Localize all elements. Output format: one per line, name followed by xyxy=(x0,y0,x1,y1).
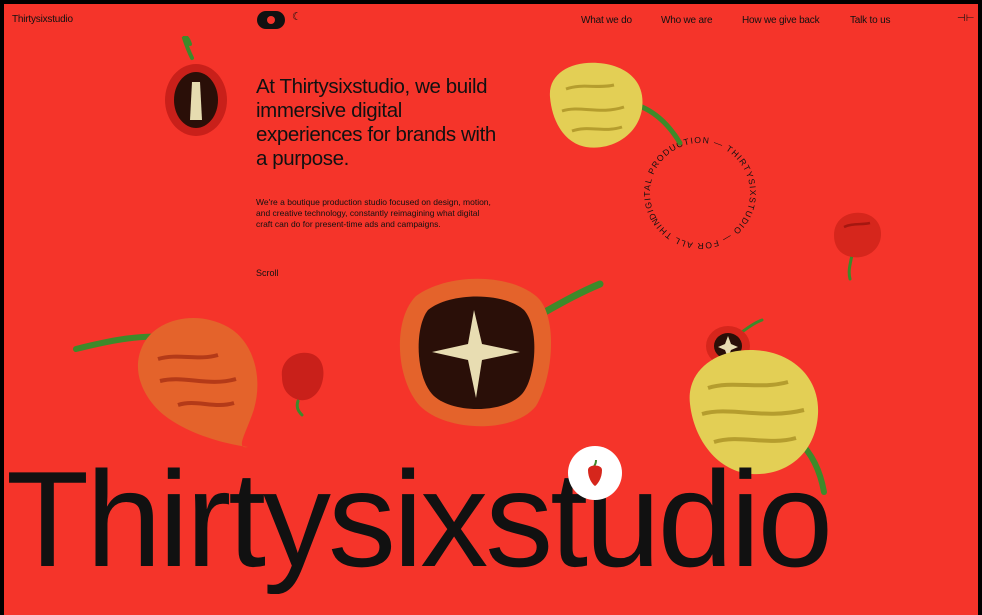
sliced-pepper-image xyxy=(165,36,227,136)
nav-link-talk-to-us[interactable]: Talk to us xyxy=(850,15,890,26)
hero-description: We're a boutique production studio focus… xyxy=(256,197,491,229)
nav-link-who-we-are[interactable]: Who we are xyxy=(661,15,713,26)
orange-pepper-image xyxy=(73,317,258,448)
tiny-red-pepper-image xyxy=(281,352,324,417)
pepper-cursor-icon xyxy=(588,459,602,486)
theme-toggle[interactable] xyxy=(257,11,285,29)
sound-icon[interactable]: ⊣⊢ xyxy=(957,13,974,24)
yellow-pepper-image xyxy=(549,62,683,148)
toggle-knob-icon xyxy=(267,16,275,24)
small-red-pepper-image xyxy=(834,212,882,281)
brand-logo[interactable]: Thirtysixstudio xyxy=(12,14,73,25)
pepper-cursor xyxy=(568,446,622,500)
sliced-center-pepper-image xyxy=(399,278,604,427)
nav-link-what-we-do[interactable]: What we do xyxy=(581,15,632,26)
brand-wordmark: Thirtysixstudio xyxy=(6,444,833,594)
scroll-label[interactable]: Scroll xyxy=(256,268,279,278)
moon-icon[interactable]: ☾ xyxy=(292,12,302,23)
page: Thirtysixstudio ☾ What we do Who we are … xyxy=(4,4,978,615)
nav-link-how-we-give-back[interactable]: How we give back xyxy=(742,15,820,26)
hero-headline: At Thirtysixstudio, we build immersive d… xyxy=(256,75,496,170)
